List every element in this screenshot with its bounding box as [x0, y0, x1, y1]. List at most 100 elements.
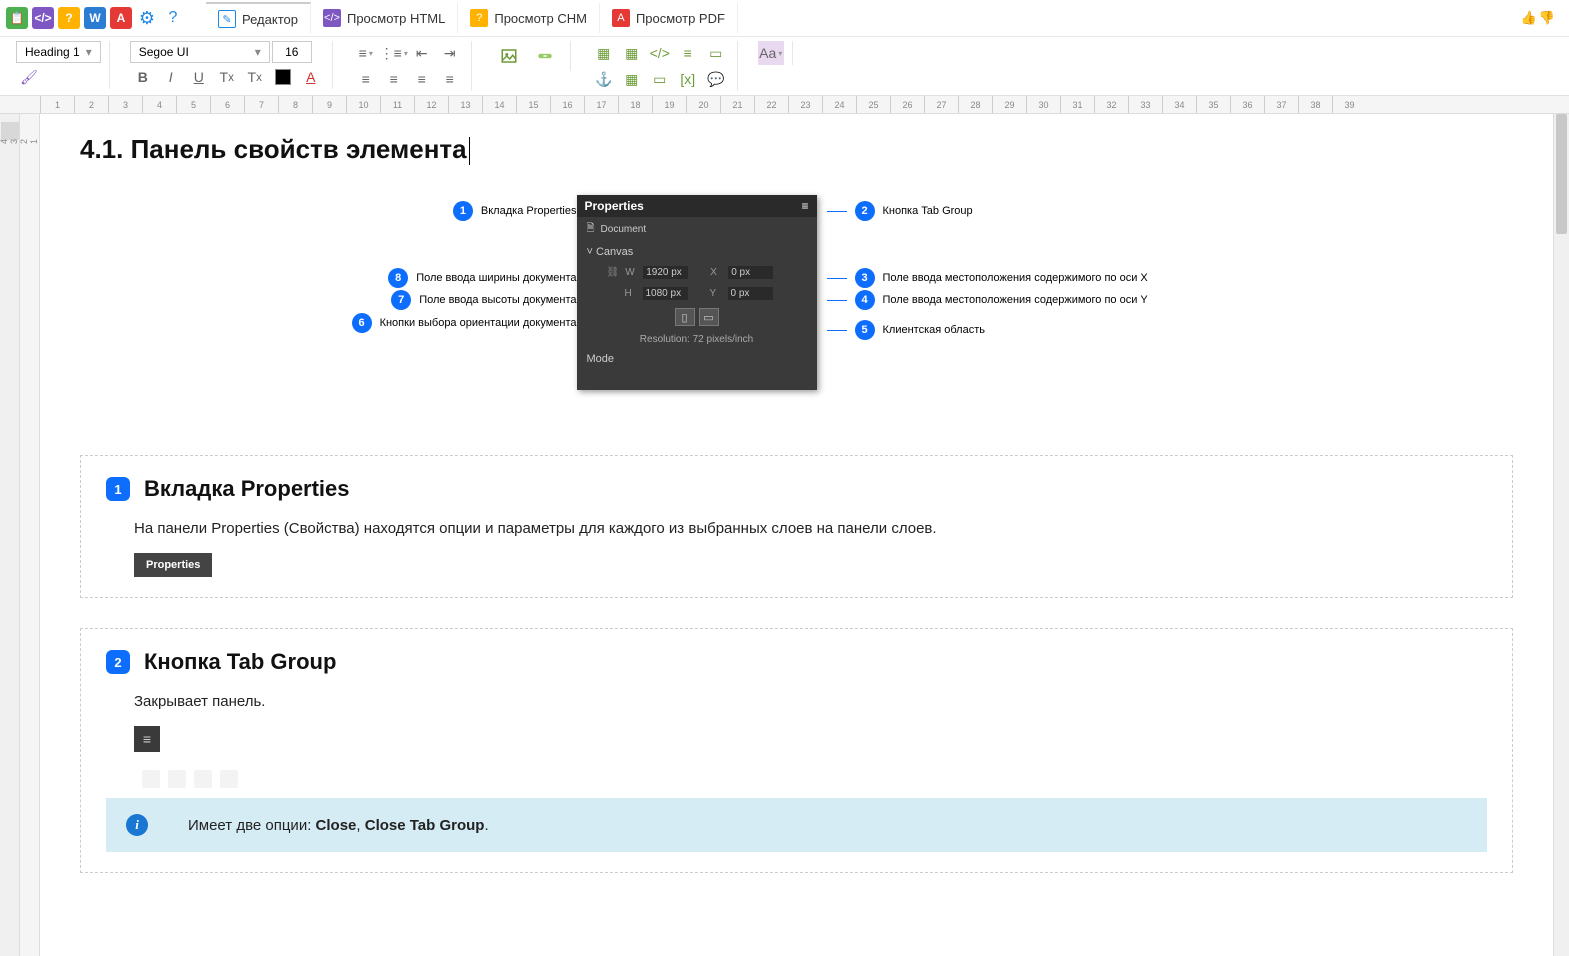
section-title: Вкладка Properties	[144, 476, 350, 502]
width-input	[643, 266, 688, 279]
w-label: W	[625, 267, 637, 278]
y-input	[728, 287, 773, 300]
insert-box-button[interactable]: ▭	[703, 41, 729, 65]
section-number: 1	[106, 477, 130, 501]
format-painter-icon[interactable]: 🖌	[16, 65, 42, 89]
horizontal-ruler: for(let i=1;i<=39;i++)document.write('<s…	[0, 96, 1569, 114]
insert-comment-button[interactable]: 💬	[703, 67, 729, 91]
paste-icon[interactable]: 📋	[4, 5, 30, 31]
tab-html[interactable]: </> Просмотр HTML	[311, 3, 458, 33]
panel-doc-label: Document	[601, 224, 647, 235]
insert-var-button[interactable]: [x]	[675, 67, 701, 91]
font-size-input[interactable]: 16	[272, 41, 312, 63]
portrait-button: ▯	[675, 308, 695, 326]
annotated-diagram: Properties≡ 🗎Document ˅ Canvas ⛓ W X H Y	[347, 195, 1247, 425]
orientation-buttons: ▯ ▭	[577, 304, 817, 330]
properties-chip: Properties	[134, 553, 212, 577]
document-page: 4.1. Панель свойств элемента Properties ≡…	[40, 114, 1553, 956]
subscript-button[interactable]: Tx	[214, 65, 240, 89]
tab-group-icon: ≡	[134, 726, 160, 752]
text-cursor	[469, 137, 470, 165]
word-icon[interactable]: W	[82, 5, 108, 31]
tab-label: Редактор	[242, 12, 298, 27]
vertical-ruler: for(let i=1;i<=22;i++)document.write('<s…	[20, 114, 40, 956]
align-justify-button[interactable]: ≡	[437, 67, 463, 91]
help-file-icon[interactable]: ?	[56, 5, 82, 31]
callout-6: Кнопки выбора ориентации документа6	[347, 313, 577, 333]
indent-button[interactable]: ⇥	[437, 41, 463, 65]
tab-editor[interactable]: ✎ Редактор	[206, 2, 311, 34]
underline-button[interactable]: U	[186, 65, 212, 89]
canvas-section: ˅ Canvas	[577, 242, 817, 262]
settings-icon[interactable]: ⚙	[134, 5, 160, 31]
style-dropdown[interactable]: Heading 1	[16, 41, 101, 63]
align-left-button[interactable]: ≡	[353, 67, 379, 91]
section-2: 2 Кнопка Tab Group Закрывает панель. ≡ i…	[80, 628, 1513, 873]
tab-label: Просмотр PDF	[636, 11, 725, 26]
left-sidebar	[0, 114, 20, 956]
mode-section: Mode	[577, 349, 817, 369]
feedback-icons: 👍 👎	[1521, 10, 1565, 26]
font-dropdown[interactable]: Segoe UI	[130, 41, 270, 63]
insert-field-button[interactable]: ▭	[647, 67, 673, 91]
scrollbar-thumb[interactable]	[1556, 114, 1567, 234]
page-title: 4.1. Панель свойств элемента	[80, 134, 1513, 165]
insert-image-button[interactable]	[492, 41, 526, 71]
section-body: Закрывает панель.	[134, 693, 1487, 710]
callout-1: Вкладка Properties1	[347, 201, 577, 221]
bold-button[interactable]: B	[130, 65, 156, 89]
callout-8: Поле ввода ширины документа8	[347, 268, 577, 288]
tab-pdf[interactable]: A Просмотр PDF	[600, 3, 738, 33]
insert-video-button[interactable]: ▦	[591, 41, 617, 65]
mini-btn[interactable]	[142, 770, 160, 788]
insert-grid-button[interactable]: ▦	[619, 67, 645, 91]
info-box: i Имеет две опции: Close, Close Tab Grou…	[106, 798, 1487, 852]
text-color-button[interactable]: A	[298, 65, 324, 89]
align-right-button[interactable]: ≡	[409, 67, 435, 91]
top-toolbar: 📋 </> ? W A ⚙ ? ✎ Редактор </> Просмотр …	[0, 0, 1569, 37]
vertical-scrollbar[interactable]	[1553, 114, 1569, 956]
help-icon[interactable]: ?	[160, 5, 186, 31]
x-label: X	[710, 267, 722, 278]
section-1: 1 Вкладка Properties На панели Propertie…	[80, 455, 1513, 598]
view-tabs: ✎ Редактор </> Просмотр HTML ? Просмотр …	[206, 2, 738, 34]
h-label: H	[625, 288, 637, 299]
info-icon: i	[126, 814, 148, 836]
pdf-icon[interactable]: A	[108, 5, 134, 31]
section-number: 2	[106, 650, 130, 674]
bg-color-button[interactable]	[270, 65, 296, 89]
align-center-button[interactable]: ≡	[381, 67, 407, 91]
code-icon[interactable]: </>	[30, 5, 56, 31]
outdent-button[interactable]: ⇤	[409, 41, 435, 65]
thumbs-up-icon[interactable]: 👍	[1521, 10, 1537, 26]
callout-2: 2Кнопка Tab Group	[827, 201, 973, 221]
number-list-button[interactable]: ⋮≡	[381, 41, 407, 65]
italic-button[interactable]: I	[158, 65, 184, 89]
properties-panel-mock: Properties≡ 🗎Document ˅ Canvas ⛓ W X H Y	[577, 195, 817, 390]
mini-btn[interactable]	[194, 770, 212, 788]
callout-4: 4Поле ввода местоположения содержимого п…	[827, 290, 1148, 310]
tab-label: Просмотр CHM	[494, 11, 587, 26]
mini-btn[interactable]	[168, 770, 186, 788]
insert-link-button[interactable]	[528, 41, 562, 71]
info-text: Имеет две опции: Close, Close Tab Group.	[188, 817, 489, 834]
section-body: На панели Properties (Свойства) находятс…	[134, 520, 1487, 537]
bullet-list-button[interactable]: ≡	[353, 41, 379, 65]
insert-table-button[interactable]: ▦	[619, 41, 645, 65]
panel-title: Properties	[585, 199, 644, 213]
landscape-button: ▭	[699, 308, 719, 326]
tab-chm[interactable]: ? Просмотр CHM	[458, 3, 600, 33]
highlight-button[interactable]: Aa	[758, 41, 784, 65]
anchor-button[interactable]: ⚓	[591, 67, 617, 91]
insert-code-button[interactable]: </>	[647, 41, 673, 65]
callout-3: 3Поле ввода местоположения содержимого п…	[827, 268, 1148, 288]
document-icon: 🗎	[587, 221, 595, 238]
superscript-button[interactable]: Tx	[242, 65, 268, 89]
mini-btn[interactable]	[220, 770, 238, 788]
height-input	[643, 287, 688, 300]
thumbs-down-icon[interactable]: 👎	[1539, 10, 1555, 26]
menu-icon: ≡	[801, 199, 808, 213]
callout-7: Поле ввода высоты документа7	[347, 290, 577, 310]
mini-toolbar	[134, 766, 1487, 792]
insert-snippet-button[interactable]: ≡	[675, 41, 701, 65]
